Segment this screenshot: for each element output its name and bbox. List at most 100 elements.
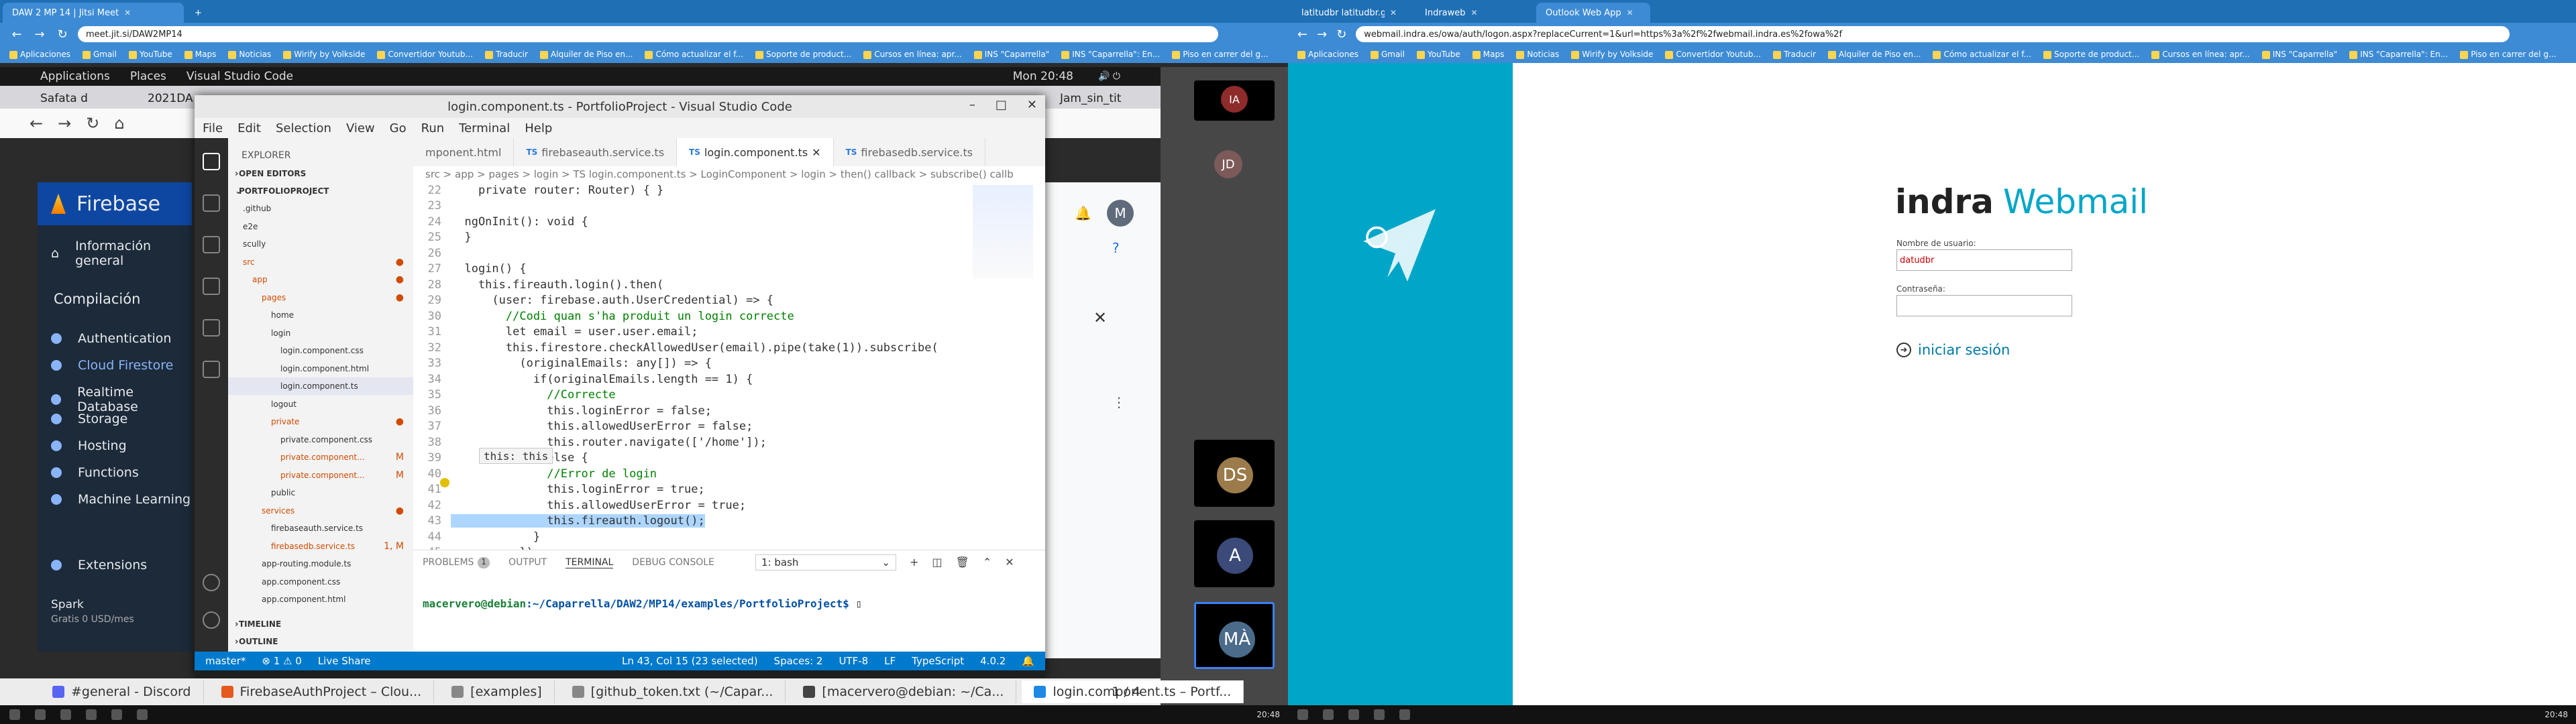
back-icon[interactable]: ← <box>1297 27 1307 42</box>
address-bar[interactable]: webmail.indra.es/owa/auth/logon.aspx?rep… <box>1356 26 2510 42</box>
project-section[interactable]: ⌄ PORTFOLIOPROJECT <box>228 182 413 200</box>
close-icon[interactable]: ✕ <box>1471 8 1478 17</box>
home-icon[interactable]: ⌂ <box>114 114 124 133</box>
sidebar-item-overview[interactable]: ⌂ Información general <box>51 239 192 268</box>
split-terminal-icon[interactable]: ◫ <box>932 556 942 568</box>
menu-item-terminal[interactable]: Terminal <box>459 121 510 135</box>
bookmark-item[interactable]: Soporte de product... <box>755 50 851 59</box>
panel-tab-problems[interactable]: PROBLEMS <box>423 557 474 568</box>
add-terminal-icon[interactable]: + <box>910 556 918 568</box>
reload-icon[interactable]: ↻ <box>1336 27 1346 42</box>
panel-tab-debug-console[interactable]: DEBUG CONSOLE <box>632 557 714 568</box>
minimap[interactable] <box>973 185 1033 279</box>
forward-icon[interactable]: → <box>32 27 47 42</box>
tree-item[interactable]: app.component.css <box>228 573 413 591</box>
sidebar-item-functions[interactable]: Functions <box>51 465 139 480</box>
terminal-select[interactable]: 1: bash ⌄ <box>755 554 896 570</box>
app-icon[interactable] <box>111 709 122 720</box>
bookmark-item[interactable]: Aplicaciones <box>9 50 70 59</box>
tree-item[interactable]: app ● <box>228 271 413 288</box>
source-control-icon[interactable] <box>203 236 220 253</box>
bookmark-item[interactable]: Cursos en línea: apr... <box>2151 50 2250 59</box>
problems-count[interactable]: ⊗ 1 ⚠ 0 <box>262 655 301 667</box>
app-icon[interactable] <box>1323 709 1334 720</box>
forward-icon[interactable]: → <box>58 114 71 133</box>
minimize-icon[interactable]: – <box>969 98 975 112</box>
editor-tab[interactable]: TS login.component.ts ✕ <box>677 138 834 166</box>
bookmark-item[interactable]: Maps <box>1472 50 1504 59</box>
bookmark-item[interactable]: Soporte de product... <box>2043 50 2139 59</box>
status-item[interactable]: UTF-8 <box>839 655 868 667</box>
participant-tile[interactable]: IA <box>1194 80 1275 121</box>
sidebar-item-storage[interactable]: Storage <box>51 412 127 426</box>
bell-icon[interactable]: 🔔 <box>1022 655 1034 667</box>
address-bar[interactable]: meet.jit.si/DAW2MP14 <box>78 26 1218 42</box>
close-icon[interactable]: ✕ <box>124 8 131 17</box>
bookmark-item[interactable]: Gmail <box>1370 50 1405 59</box>
firefox-tab[interactable]: Jam_sin_tit <box>1060 88 1121 109</box>
app-icon[interactable] <box>60 709 71 720</box>
tree-item[interactable]: .github <box>228 200 413 217</box>
menu-item-view[interactable]: View <box>346 121 375 135</box>
app-icon[interactable] <box>86 709 97 720</box>
close-icon[interactable]: ✕ <box>812 146 820 159</box>
sidebar-item-cloud-firestore[interactable]: Cloud Firestore <box>51 358 173 373</box>
workspace-pager[interactable]: 1 / 4 <box>1112 684 1140 699</box>
firefox-tab[interactable]: Safata d <box>40 88 88 109</box>
firebase-logo-row[interactable]: Firebase <box>38 182 192 225</box>
tree-item[interactable]: home <box>228 306 413 324</box>
bookmark-item[interactable]: Piso en carrer del g... <box>1172 50 1268 59</box>
chrome-tab[interactable]: Outlook Web App ✕ <box>1536 3 1650 23</box>
taskbar-item[interactable]: [examples] <box>439 680 555 703</box>
app-icon[interactable] <box>1348 709 1359 720</box>
sidebar-item-realtime-database[interactable]: Realtime Database <box>51 385 192 414</box>
tree-item[interactable]: private.component... M <box>228 448 413 466</box>
tree-item[interactable]: app.component.html <box>228 591 413 608</box>
bookmark-item[interactable]: Wirify by Volkside <box>1571 50 1653 59</box>
places-menu[interactable]: Places <box>130 70 166 83</box>
tree-item[interactable]: firebasedb.service.ts 1, M <box>228 538 413 555</box>
app-icon[interactable] <box>1374 709 1385 720</box>
tree-item[interactable]: login.component.css <box>228 342 413 359</box>
help-icon[interactable]: ? <box>1112 240 1120 256</box>
app-icon[interactable] <box>1399 709 1410 720</box>
status-item[interactable]: TypeScript <box>912 655 964 667</box>
bookmark-item[interactable]: Traducir <box>1772 50 1816 59</box>
sidebar-item-machine-learning[interactable]: Machine Learning <box>51 492 191 507</box>
tree-item[interactable]: src ● <box>228 253 413 271</box>
bookmark-item[interactable]: Cursos en línea: apr... <box>863 50 962 59</box>
bookmark-item[interactable]: INS "Caparrella": En... <box>1061 50 1160 59</box>
taskbar-item[interactable]: #general - Discord <box>40 680 204 703</box>
self-avatar[interactable]: JD <box>1214 150 1242 178</box>
bookmark-item[interactable]: Wirify by Volkside <box>283 50 365 59</box>
username-field[interactable]: datudbr <box>1896 249 2072 271</box>
app-icon[interactable] <box>137 709 148 720</box>
gear-icon[interactable] <box>203 611 220 629</box>
tree-item[interactable]: firebaseauth.service.ts <box>228 520 413 537</box>
status-item[interactable]: LF <box>884 655 896 667</box>
bookmark-item[interactable]: INS "Caparrella" <box>2261 50 2337 59</box>
bookmark-item[interactable]: Aplicaciones <box>1297 50 1358 59</box>
bookmark-item[interactable]: Cómo actualizar el f... <box>645 50 743 59</box>
panel-tab-output[interactable]: OUTPUT <box>508 557 547 568</box>
close-icon[interactable]: ✕ <box>1390 8 1397 17</box>
back-icon[interactable]: ← <box>30 114 43 133</box>
participant-tile[interactable]: A <box>1194 520 1275 587</box>
bookmark-item[interactable]: Piso en carrer del g... <box>2460 50 2556 59</box>
bookmark-item[interactable]: Convertidor Youtub... <box>377 50 473 59</box>
participant-tile[interactable]: MÀ <box>1194 602 1275 669</box>
chrome-tab[interactable]: Indraweb ✕ <box>1415 3 1529 23</box>
editor-tab[interactable]: mponent.html <box>413 138 515 166</box>
bookmark-item[interactable]: YouTube <box>128 50 172 59</box>
tree-item[interactable]: pages ● <box>228 289 413 306</box>
participant-tile[interactable]: DS <box>1194 440 1275 507</box>
tree-item[interactable]: public <box>228 484 413 501</box>
close-icon[interactable]: ✕ <box>1005 556 1014 568</box>
reload-icon[interactable]: ↻ <box>86 114 99 133</box>
menu-item-selection[interactable]: Selection <box>276 121 331 135</box>
bookmark-item[interactable]: YouTube <box>1416 50 1460 59</box>
reload-icon[interactable]: ↻ <box>55 27 70 42</box>
bookmark-item[interactable]: Convertidor Youtub... <box>1665 50 1761 59</box>
lightbulb-icon[interactable] <box>440 478 449 487</box>
git-branch[interactable]: master* <box>205 655 246 667</box>
